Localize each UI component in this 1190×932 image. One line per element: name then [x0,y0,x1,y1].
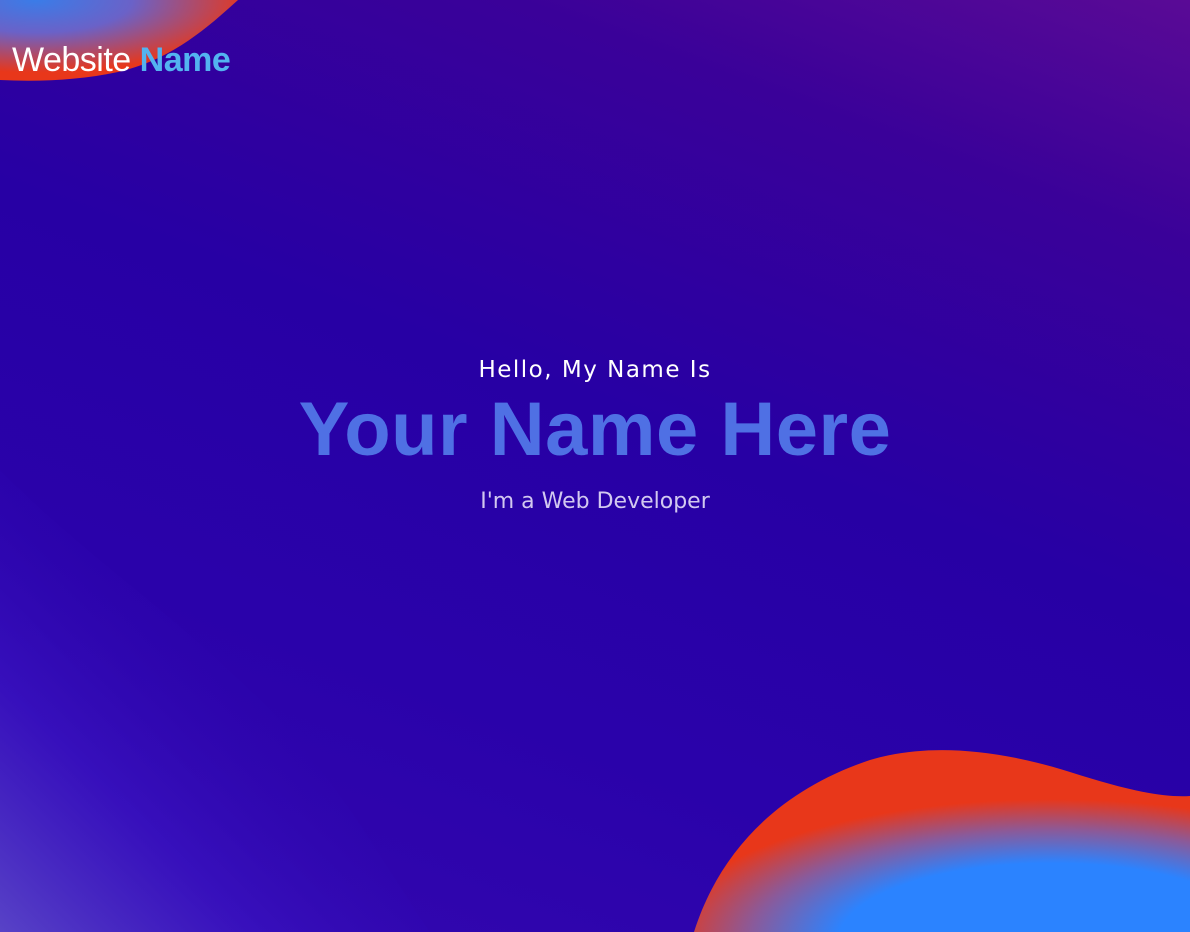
brand-primary-text: Website [12,41,131,79]
bottom-right-blob [694,750,1190,932]
site-logo[interactable]: Website Name [12,38,231,82]
hero-name: Your Name Here [298,387,892,472]
hero-role: I'm a Web Developer [480,489,710,514]
brand-accent-text: Name [139,41,231,79]
hero-greeting: Hello, My Name Is [478,357,712,383]
hero-section: Hello, My Name Is Your Name Here I'm a W… [0,350,1190,519]
left-glow-shape [0,470,430,932]
